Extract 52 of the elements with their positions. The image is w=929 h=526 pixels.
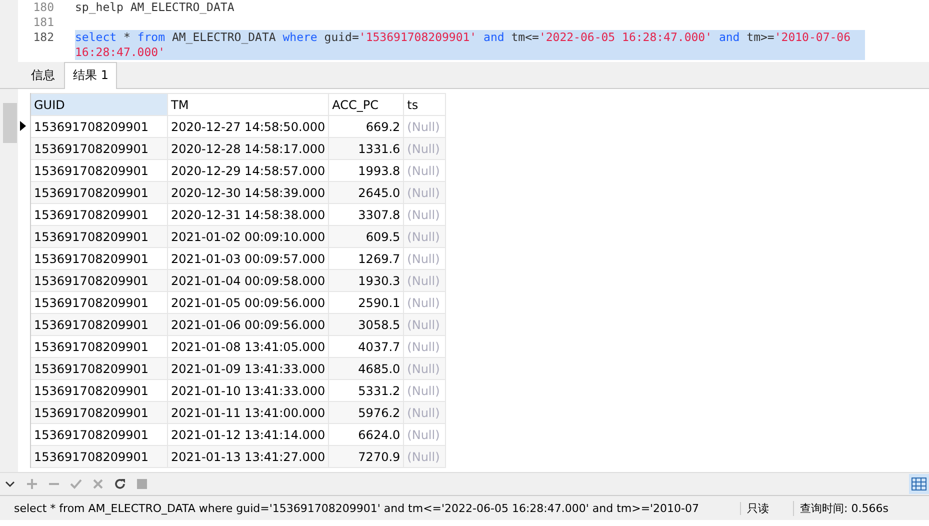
current-row-icon (20, 120, 26, 130)
status-query: select * from AM_ELECTRO_DATA where guid='153691708209901' and tm<='2022-06-05 16:28:47.000' and tm>='2010-07 (0, 502, 741, 514)
add-icon[interactable] (26, 478, 38, 490)
close-icon[interactable] (92, 478, 104, 490)
table-cell: 153691708209901 (30, 138, 168, 160)
table-cell: 153691708209901 (30, 402, 168, 424)
table-cell: 153691708209901 (30, 270, 168, 292)
table-cell: 153691708209901 (30, 226, 168, 248)
table-cell: 5976.2 (328, 402, 404, 424)
table-cell: 2020-12-30 14:58:39.000 (168, 182, 329, 204)
table-cell: 153691708209901 (30, 358, 168, 380)
table-cell: (Null) (404, 314, 446, 336)
grid-view-icon[interactable] (909, 474, 929, 494)
status-mode: 只读 (741, 500, 794, 516)
table-cell: 2021-01-13 13:41:27.000 (168, 446, 329, 468)
stop-icon[interactable] (136, 478, 148, 490)
table-cell: (Null) (404, 358, 446, 380)
table-cell: 2021-01-04 00:09:58.000 (168, 270, 329, 292)
column-header[interactable]: ts (404, 94, 446, 116)
line-number: 182 (32, 30, 55, 46)
column-header[interactable]: TM (168, 94, 329, 116)
column-header[interactable]: ACC_PC (328, 94, 404, 116)
table-cell: 7270.9 (328, 446, 404, 468)
table-cell: 2021-01-06 00:09:56.000 (168, 314, 329, 336)
table-cell: 2021-01-02 00:09:10.000 (168, 226, 329, 248)
table-cell: (Null) (404, 402, 446, 424)
scrollbar-thumb[interactable] (3, 103, 17, 143)
table-cell: 153691708209901 (30, 314, 168, 336)
table-cell: (Null) (404, 138, 446, 160)
column-header[interactable]: GUID (30, 94, 168, 116)
table-cell: (Null) (404, 182, 446, 204)
table-cell: (Null) (404, 446, 446, 468)
table-cell: 609.5 (328, 226, 404, 248)
table-cell: 3058.5 (328, 314, 404, 336)
line-number: 181 (32, 15, 55, 30)
table-cell: 1930.3 (328, 270, 404, 292)
table-cell: 153691708209901 (30, 182, 168, 204)
table-cell: 2021-01-11 13:41:00.000 (168, 402, 329, 424)
table-cell: 1331.6 (328, 138, 404, 160)
code-line: sp_help AM_ELECTRO_DATA (75, 0, 236, 15)
table-cell: 2021-01-09 13:41:33.000 (168, 358, 329, 380)
table-cell: (Null) (404, 226, 446, 248)
table-cell: 2645.0 (328, 182, 404, 204)
table-cell: (Null) (404, 270, 446, 292)
refresh-icon[interactable] (114, 478, 126, 490)
line-number: 180 (32, 0, 55, 15)
status-query-time: 查询时间: 0.566s (799, 500, 890, 516)
check-icon[interactable] (70, 478, 82, 490)
result-tab[interactable]: 结果 1 (64, 62, 118, 89)
table-cell: 4685.0 (328, 358, 404, 380)
table-cell: 2020-12-28 14:58:17.000 (168, 138, 329, 160)
table-cell: 153691708209901 (30, 446, 168, 468)
